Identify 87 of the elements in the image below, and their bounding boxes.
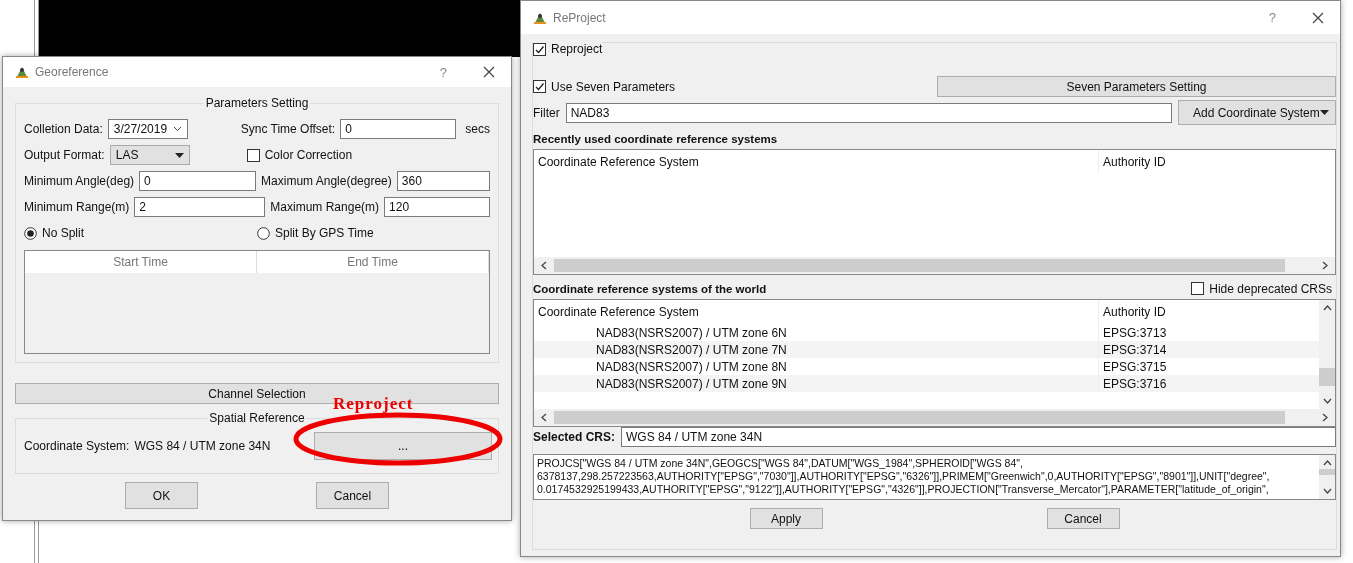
wkt-text-line: 6378137,298.257223563,AUTHORITY["EPSG","7030"]],AUTHORITY["EPSG","6326"]],PRIMEM["Greenwich",0,AUTHORITY["EPSG","8901"]],UNIT["degree", bbox=[537, 470, 1270, 483]
scroll-right-icon bbox=[1321, 261, 1329, 270]
radio-button[interactable] bbox=[24, 226, 37, 240]
chevron-down-icon bbox=[172, 126, 182, 132]
table-cell[interactable]: EPSG:3713 bbox=[1099, 325, 1319, 340]
scroll-down-icon bbox=[1322, 487, 1332, 495]
section-title: Coordinate reference systems of the world bbox=[533, 283, 767, 295]
date-picker[interactable]: 3/27/2019 bbox=[107, 119, 188, 139]
scroll-up-icon bbox=[1322, 459, 1332, 467]
field-label: Sync Time Offset: bbox=[240, 122, 336, 136]
field-label: Selected CRS: bbox=[533, 430, 616, 444]
checkbox[interactable] bbox=[1191, 282, 1205, 295]
table-cell[interactable]: EPSG:3716 bbox=[1099, 376, 1319, 391]
input-field[interactable]: WGS 84 / UTM zone 34N bbox=[621, 427, 1336, 447]
table-cell[interactable]: NAD83(NSRS2007) / UTM zone 9N bbox=[534, 375, 1099, 392]
dropdown[interactable]: LAS bbox=[109, 145, 190, 165]
input-field[interactable]: NAD83 bbox=[565, 102, 1172, 123]
unit-label: secs bbox=[465, 122, 490, 136]
help-button[interactable]: ? bbox=[439, 64, 447, 80]
horizontal-scrollbar[interactable] bbox=[534, 257, 1335, 274]
checkbox[interactable] bbox=[533, 80, 546, 93]
vertical-scrollbar[interactable] bbox=[1319, 455, 1335, 499]
vertical-scrollbar[interactable] bbox=[1319, 300, 1335, 409]
input-field[interactable]: 360 bbox=[396, 171, 490, 191]
add-coordinate-system-button[interactable]: Add Coordinate System bbox=[1178, 100, 1336, 125]
input-field[interactable]: 0 bbox=[139, 171, 257, 191]
checkbox-label: Use Seven Parameters bbox=[551, 79, 676, 94]
dialog-button[interactable]: Cancel bbox=[316, 482, 389, 509]
window-title: Georeference bbox=[35, 65, 110, 79]
scrollbar-thumb[interactable] bbox=[554, 411, 1285, 424]
close-icon[interactable] bbox=[1312, 11, 1324, 24]
column-header[interactable]: Authority ID bbox=[1099, 305, 1319, 319]
field-label: Maximum Angle(degree) bbox=[261, 174, 392, 188]
input-field[interactable]: 120 bbox=[384, 197, 490, 217]
column-header[interactable]: Authority ID bbox=[1099, 155, 1335, 169]
checkbox-label: Hide deprecated CRSs bbox=[1209, 281, 1332, 296]
radio-label: Split By GPS Time bbox=[275, 226, 374, 240]
table-cell[interactable]: EPSG:3714 bbox=[1099, 342, 1319, 357]
dialog-button[interactable]: Cancel bbox=[1046, 508, 1120, 529]
dropdown-arrow-icon bbox=[174, 152, 184, 158]
checkbox-label: Reproject bbox=[551, 42, 603, 56]
scrollbar-thumb[interactable] bbox=[1319, 368, 1335, 386]
scroll-up-icon bbox=[1322, 304, 1332, 312]
scroll-left-icon bbox=[540, 413, 548, 422]
dialog-button[interactable]: Apply bbox=[749, 508, 823, 529]
wkt-text-line: PROJCS["WGS 84 / UTM zone 34N",GEOGCS["WGS 84",DATUM["WGS_1984",SPHEROID["WGS 84", bbox=[537, 457, 1023, 470]
field-label: Colletion Data: bbox=[24, 122, 103, 136]
scroll-left-icon bbox=[540, 261, 548, 270]
scroll-right-icon bbox=[1321, 413, 1329, 422]
app-icon bbox=[15, 65, 29, 79]
field-label: Minimum Angle(deg) bbox=[24, 174, 135, 188]
field-label: Minimum Range(m) bbox=[24, 200, 130, 214]
dialog-button[interactable]: OK bbox=[125, 482, 198, 509]
group-title: Spatial Reference bbox=[207, 411, 307, 425]
input-field[interactable]: 2 bbox=[134, 197, 266, 217]
wkt-text-line: 0.0174532925199433,AUTHORITY["EPSG","9122"]],AUTHORITY["EPSG","4326"]],PROJECTION["Transverse_Mercator"],PARAMETER["latitude_of_origin", bbox=[537, 483, 1269, 496]
radio-label: No Split bbox=[42, 226, 85, 240]
window-title: ReProject bbox=[553, 10, 607, 25]
field-label: Coordinate System: bbox=[24, 439, 130, 453]
check-icon bbox=[534, 43, 545, 55]
column-header[interactable]: Start Time bbox=[25, 251, 257, 273]
column-header[interactable]: End Time bbox=[257, 251, 489, 273]
dropdown-arrow-icon bbox=[1320, 110, 1329, 115]
section-title: Recently used coordinate reference systems bbox=[533, 133, 779, 145]
input-field[interactable]: 0 bbox=[340, 119, 457, 139]
filter-label: Filter bbox=[533, 105, 560, 120]
browse-button[interactable]: ... bbox=[314, 432, 492, 460]
scrollbar-thumb[interactable] bbox=[554, 259, 1285, 272]
group-title: Parameters Setting bbox=[203, 96, 311, 110]
column-header[interactable]: Coordinate Reference System bbox=[534, 300, 1099, 324]
help-button[interactable]: ? bbox=[1268, 10, 1276, 25]
close-icon[interactable] bbox=[483, 66, 495, 78]
table-cell[interactable]: NAD83(NSRS2007) / UTM zone 7N bbox=[534, 341, 1099, 358]
scroll-down-icon bbox=[1322, 397, 1332, 405]
checkbox[interactable] bbox=[533, 42, 546, 56]
field-label: Maximum Range(m) bbox=[270, 200, 380, 214]
checkbox[interactable] bbox=[246, 148, 260, 162]
column-header[interactable]: Coordinate Reference System bbox=[534, 150, 1099, 174]
check-icon bbox=[534, 81, 545, 92]
radio-button[interactable] bbox=[257, 226, 270, 240]
horizontal-scrollbar[interactable] bbox=[534, 409, 1335, 426]
coordinate-system-value: WGS 84 / UTM zone 34N bbox=[134, 439, 272, 453]
scrollbar-thumb[interactable] bbox=[1319, 469, 1335, 475]
field-label: Output Format: bbox=[24, 148, 105, 162]
table-cell[interactable]: EPSG:3715 bbox=[1099, 359, 1319, 374]
seven-parameters-button[interactable]: Seven Parameters Setting bbox=[937, 76, 1336, 97]
checkbox-label: Color Correction bbox=[264, 148, 353, 162]
